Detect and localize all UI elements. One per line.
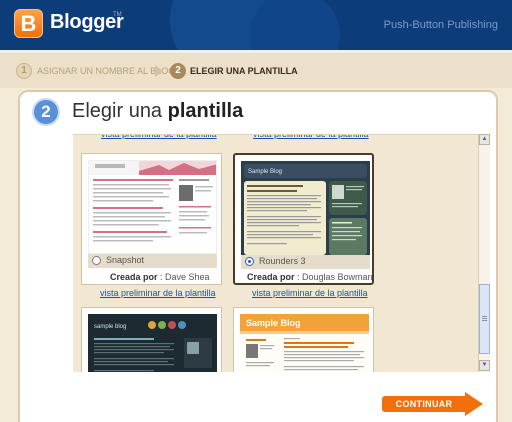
template-card-orange[interactable]: Sample Blog	[233, 307, 374, 372]
template-name: Snapshot	[106, 255, 145, 265]
trademark: TM	[113, 12, 122, 18]
panel-step-number: 2	[32, 98, 60, 126]
template-radio-row[interactable]: Rounders 3	[241, 255, 370, 269]
scroll-up-button[interactable]: ▲	[479, 134, 490, 145]
preview-sample-blog-text: Sample Blog	[246, 318, 301, 328]
preview-link-partial[interactable]: vista preliminar de la plantilla	[253, 135, 369, 139]
template-name: Rounders 3	[259, 256, 306, 266]
snapshot-preview-image	[89, 161, 216, 242]
logo-letter: B	[20, 11, 37, 36]
preview-link-snapshot[interactable]: vista preliminar de la plantilla	[100, 288, 216, 298]
template-thumbnail[interactable]: Sample Blog	[240, 314, 369, 372]
preview-link-rounders-3[interactable]: vista preliminar de la plantilla	[252, 288, 368, 298]
template-card-snapshot[interactable]: Snapshot Creada por : Dave Shea	[81, 153, 222, 285]
template-list-scrollbar[interactable]: ▲ ▼	[478, 134, 490, 372]
arrow-right-icon[interactable]	[465, 392, 483, 416]
preview-sample-blog-lower-text: sample blog	[94, 324, 126, 330]
preview-link-partial[interactable]: vista preliminar de la plantilla	[101, 135, 217, 139]
template-radio-row[interactable]: Snapshot	[88, 254, 217, 268]
title-prefix: Elegir una	[72, 100, 168, 122]
dark-preview-image: sample blog	[88, 314, 217, 372]
wizard-steps: 1 ASIGNAR UN NOMBRE AL BLOG 2 ELEGIR UNA…	[0, 50, 512, 88]
step-1-number: 1	[16, 63, 32, 79]
scrollbar-grip	[482, 320, 487, 321]
template-card-rounders-3[interactable]: Sample Blog Rounders 3 Creada por: Doug…	[233, 153, 374, 285]
preview-sample-blog-text: Sample Blog	[248, 169, 282, 175]
page-title: Elegir una plantilla	[72, 100, 243, 123]
continue-button-label[interactable]: CONTINUAR	[382, 396, 466, 412]
step-arrow-icon	[155, 65, 163, 77]
tagline: Push-Button Publishing	[383, 19, 498, 31]
blogger-logo-icon[interactable]: B	[14, 9, 43, 38]
step-2-label: ELEGIR UNA PLANTILLA	[190, 66, 298, 76]
step-2-number: 2	[170, 63, 186, 79]
scrollbar-grip	[482, 316, 487, 317]
template-thumbnail[interactable]: Sample Blog	[241, 161, 370, 255]
creator-name: Douglas Bowman	[302, 272, 373, 282]
template-thumbnail[interactable]	[88, 160, 217, 254]
rounders-preview-image: Sample Blog	[241, 161, 370, 255]
creator-name: Dave Shea	[165, 272, 210, 282]
radio-snapshot[interactable]	[92, 256, 101, 265]
radio-rounders-3[interactable]	[245, 257, 254, 266]
scroll-down-button[interactable]: ▼	[479, 360, 490, 371]
template-list[interactable]: vista preliminar de la plantilla vista p…	[73, 134, 478, 372]
template-card-dark[interactable]: sample blog	[81, 307, 222, 372]
scrollbar-thumb[interactable]	[479, 284, 490, 354]
scrollbar-grip	[482, 318, 487, 319]
orange-preview-image: Sample Blog	[240, 314, 369, 372]
template-creator: Creada por : Douglas Bowman	[247, 272, 373, 282]
created-by-label: Creada por	[110, 272, 158, 282]
continue-button[interactable]: CONTINUAR	[382, 392, 488, 416]
created-by-label: Creada por	[247, 272, 295, 282]
template-panel: 2 Elegir una plantilla vista preliminar …	[18, 90, 498, 422]
title-bold: plantilla	[167, 100, 244, 122]
template-creator: Creada por : Dave Shea	[110, 272, 210, 282]
blogger-header: B Blogger TM Push-Button Publishing	[0, 0, 512, 50]
header-decoration	[250, 0, 340, 50]
template-thumbnail[interactable]: sample blog	[88, 314, 217, 372]
